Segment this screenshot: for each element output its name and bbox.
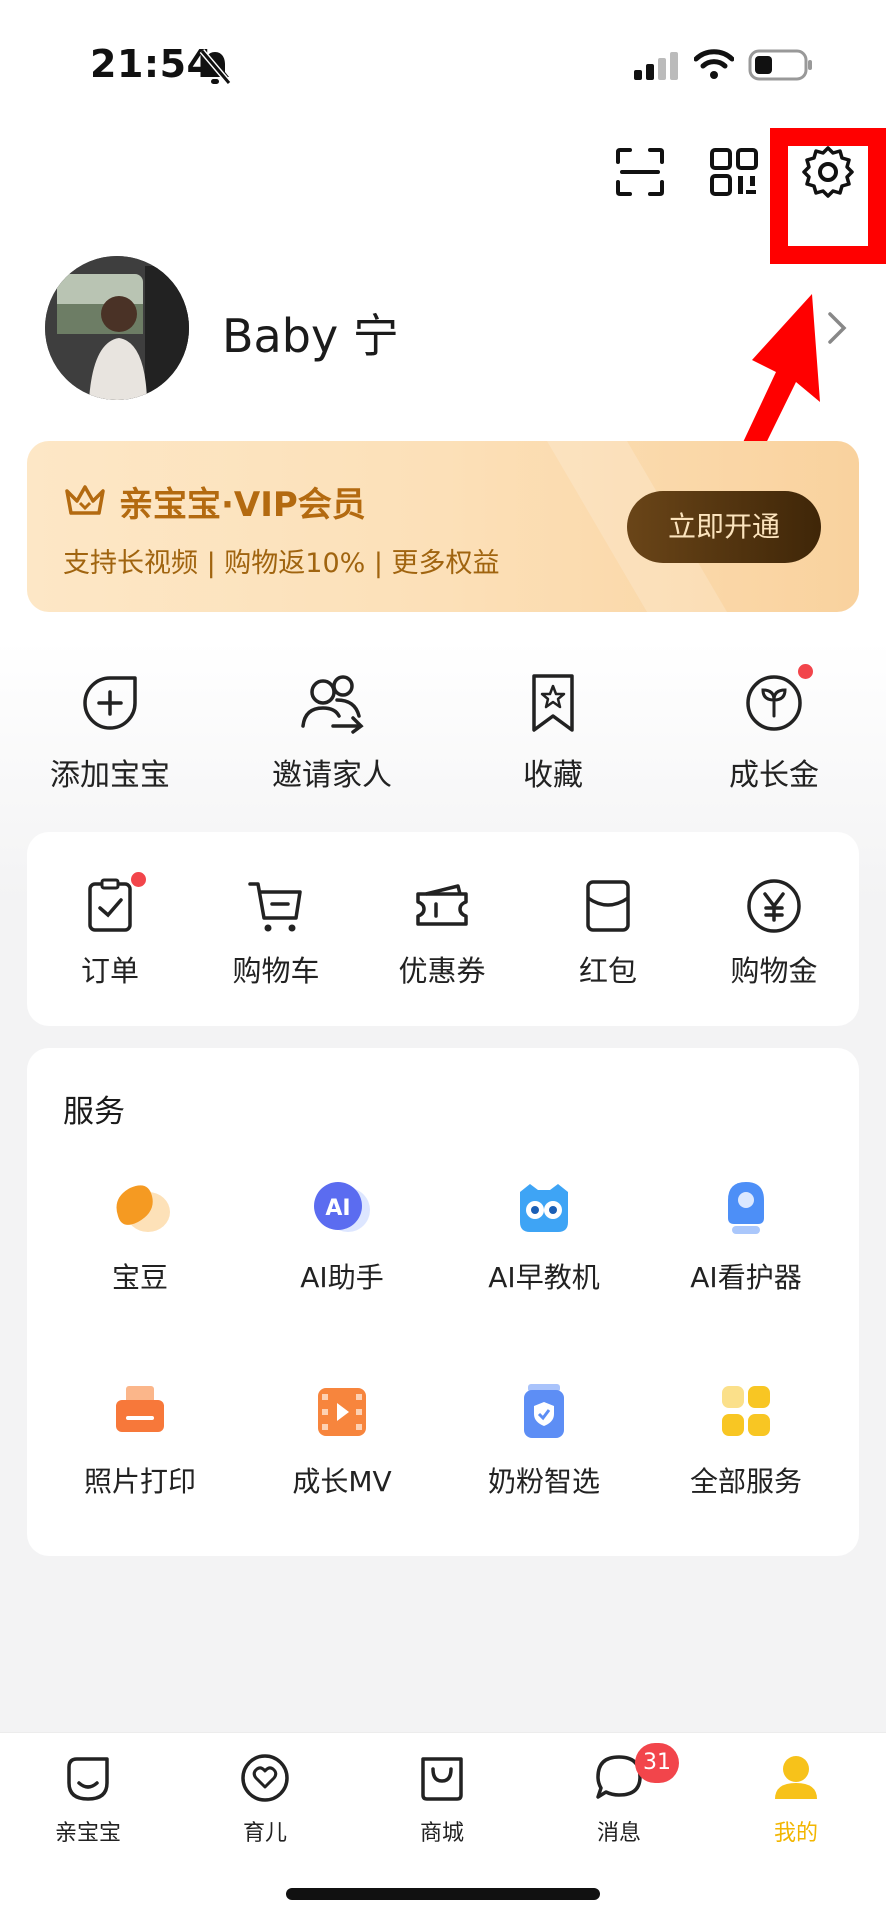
growth-mv-icon	[318, 1388, 366, 1436]
vip-banner[interactable]: 亲宝宝·VIP会员 支持长视频 | 购物返10% | 更多权益 立即开通	[27, 441, 859, 612]
all-services-icon	[722, 1386, 770, 1436]
tab-home[interactable]: 亲宝宝	[18, 1751, 158, 1847]
service-all-label: 全部服务	[689, 1465, 802, 1498]
scan-icon[interactable]	[612, 144, 668, 200]
quick-growth-fund[interactable]: 成长金	[674, 664, 874, 794]
quick-add-baby[interactable]: 添加宝宝	[10, 670, 210, 794]
orders-card: 订单 购物车 优惠券 红包 购物金	[27, 832, 859, 1026]
service-growth-mv[interactable]: 成长MV	[241, 1382, 443, 1500]
home-indicator	[286, 1888, 600, 1900]
parenting-icon	[241, 1754, 289, 1802]
settings-highlight-box	[770, 128, 886, 264]
vip-subtitle: 支持长视频 | 购物返10% | 更多权益	[63, 548, 500, 579]
notification-dot	[131, 872, 146, 887]
order-label: 订单	[80, 954, 139, 988]
quick-favorites[interactable]: 收藏	[453, 670, 653, 794]
avatar[interactable]	[45, 256, 189, 400]
tab-messages[interactable]: 31 消息	[549, 1743, 689, 1847]
service-ai-monitor[interactable]: AI看护器	[645, 1178, 847, 1296]
service-ai-assistant[interactable]: AI AI助手	[241, 1178, 443, 1296]
red-packet-icon	[586, 880, 630, 932]
quick-invite-family-label: 邀请家人	[272, 758, 392, 793]
qr-code-icon[interactable]	[706, 144, 762, 200]
tab-mall[interactable]: 商城	[372, 1751, 512, 1847]
service-growth-mv-label: 成长MV	[292, 1465, 392, 1498]
quick-growth-fund-label: 成长金	[729, 758, 819, 793]
vip-title: 亲宝宝·VIP会员	[119, 485, 366, 525]
ai-early-learning-icon	[520, 1184, 568, 1232]
notification-dot	[798, 664, 813, 679]
favorite-icon	[532, 674, 574, 732]
red-packet-label: 红包	[578, 954, 637, 988]
service-milk-select[interactable]: 奶粉智选	[443, 1382, 645, 1500]
tab-mall-label: 商城	[419, 1821, 464, 1846]
signal-icon	[634, 52, 678, 80]
order-icon	[88, 878, 132, 932]
coupon-icon	[416, 884, 468, 926]
invite-family-icon	[301, 675, 364, 734]
me-icon	[775, 1756, 817, 1799]
services-title: 服务	[63, 1094, 125, 1130]
tab-me-label: 我的	[773, 1821, 818, 1846]
growth-fund-icon	[746, 675, 802, 731]
service-photo-print-label: 照片打印	[83, 1465, 196, 1498]
service-ai-early-learning[interactable]: AI早教机	[443, 1178, 645, 1296]
ai-monitor-icon	[728, 1182, 764, 1234]
services-card: 服务 宝豆 AI AI助手 AI早教机 AI看护器 照片打印 成长MV 奶粉智选…	[27, 1048, 859, 1556]
service-bean[interactable]: 宝豆	[39, 1178, 241, 1296]
milk-select-icon	[524, 1384, 564, 1438]
tab-me[interactable]: 我的	[726, 1751, 866, 1847]
tab-parenting-label: 育儿	[242, 1821, 287, 1846]
cart-label: 购物车	[232, 954, 320, 988]
vip-open-button[interactable]: 立即开通	[627, 491, 821, 563]
cart-icon	[248, 882, 302, 932]
quick-invite-family[interactable]: 邀请家人	[232, 670, 432, 794]
tab-parenting[interactable]: 育儿	[195, 1751, 335, 1847]
service-ai-early-learning-label: AI早教机	[488, 1261, 600, 1294]
chevron-right-icon[interactable]	[826, 310, 848, 346]
bean-icon	[116, 1185, 170, 1232]
cart-entry[interactable]: 购物车	[193, 876, 359, 990]
service-ai-monitor-label: AI看护器	[690, 1261, 802, 1294]
crown-icon	[65, 485, 105, 515]
service-all[interactable]: 全部服务	[645, 1382, 847, 1500]
mall-icon	[421, 1757, 463, 1801]
service-milk-select-label: 奶粉智选	[487, 1465, 600, 1498]
battery-icon	[748, 49, 812, 81]
shopping-gold-label: 购物金	[730, 954, 818, 988]
service-bean-label: 宝豆	[111, 1261, 168, 1294]
coupon-label: 优惠券	[398, 954, 486, 988]
status-time: 21:54	[90, 42, 214, 86]
quick-favorites-label: 收藏	[523, 758, 583, 793]
bell-mute-icon	[199, 49, 232, 85]
red-packet-entry[interactable]: 红包	[525, 876, 691, 990]
quick-add-baby-label: 添加宝宝	[50, 758, 170, 793]
home-icon	[67, 1757, 109, 1801]
svg-text:AI: AI	[325, 1196, 350, 1221]
shopping-gold-entry[interactable]: 购物金	[691, 876, 857, 990]
wifi-icon	[694, 49, 734, 79]
service-photo-print[interactable]: 照片打印	[39, 1382, 241, 1500]
shopping-gold-icon	[747, 879, 801, 933]
add-baby-icon	[83, 676, 137, 730]
coupon-entry[interactable]: 优惠券	[359, 876, 525, 990]
tab-home-label: 亲宝宝	[54, 1821, 121, 1846]
avatar-photo	[45, 256, 189, 400]
profile-name[interactable]: Baby 宁	[222, 300, 399, 366]
service-ai-assistant-label: AI助手	[300, 1261, 384, 1294]
tab-messages-label: 消息	[596, 1821, 641, 1846]
ai-assistant-icon: AI	[314, 1182, 370, 1232]
message-badge: 31	[635, 1743, 679, 1783]
order-entry[interactable]: 订单	[27, 872, 193, 990]
photo-print-icon	[116, 1386, 164, 1432]
